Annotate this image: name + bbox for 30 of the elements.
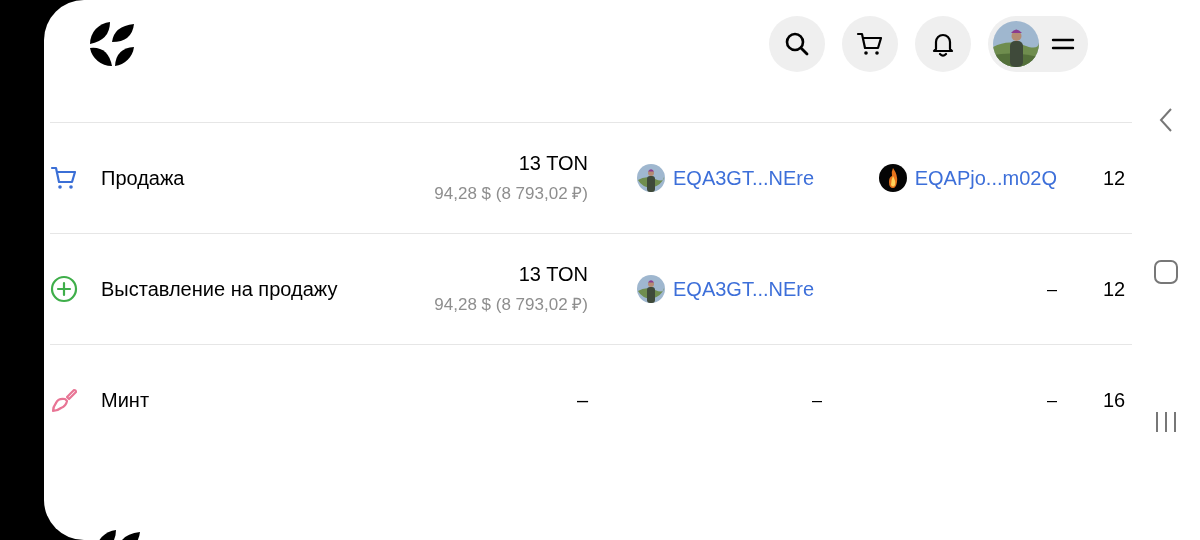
- cart-icon: [50, 164, 78, 192]
- wallet-address-link[interactable]: EQA3GT...NEre: [673, 166, 815, 190]
- menu-icon: [1051, 36, 1075, 52]
- empty-value: –: [1047, 278, 1057, 300]
- search-icon: [783, 30, 811, 58]
- notifications-button[interactable]: [915, 16, 971, 72]
- event-type: Продажа: [101, 166, 185, 189]
- home-icon[interactable]: [1153, 259, 1179, 285]
- cart-icon: [856, 30, 884, 58]
- search-button[interactable]: [769, 16, 825, 72]
- date: 16: [1103, 388, 1126, 411]
- brush-icon: [50, 386, 78, 414]
- account-menu-button[interactable]: [988, 16, 1088, 72]
- plus-circle-icon: [50, 275, 78, 303]
- cart-button[interactable]: [842, 16, 898, 72]
- logo-icon[interactable]: [88, 20, 136, 68]
- empty-value: –: [1047, 389, 1057, 411]
- fiat-price: 94,28 $ (8 793,02 ₽): [434, 183, 588, 204]
- recent-apps-icon[interactable]: [1154, 410, 1178, 434]
- price: –: [576, 388, 588, 412]
- wallet-address-link[interactable]: EQAPjo...m02Q: [914, 166, 1057, 190]
- fiat-price: 94,28 $ (8 793,02 ₽): [434, 294, 588, 315]
- price: 13 TON: [518, 263, 588, 286]
- event-type: Выставление на продажу: [101, 277, 338, 300]
- date: 12: [1103, 277, 1126, 300]
- price: 13 TON: [518, 152, 588, 175]
- date: 12: [1103, 166, 1126, 189]
- empty-value: –: [812, 389, 822, 411]
- event-type: Минт: [101, 388, 150, 411]
- wallet-address-link[interactable]: EQA3GT...NEre: [673, 277, 815, 301]
